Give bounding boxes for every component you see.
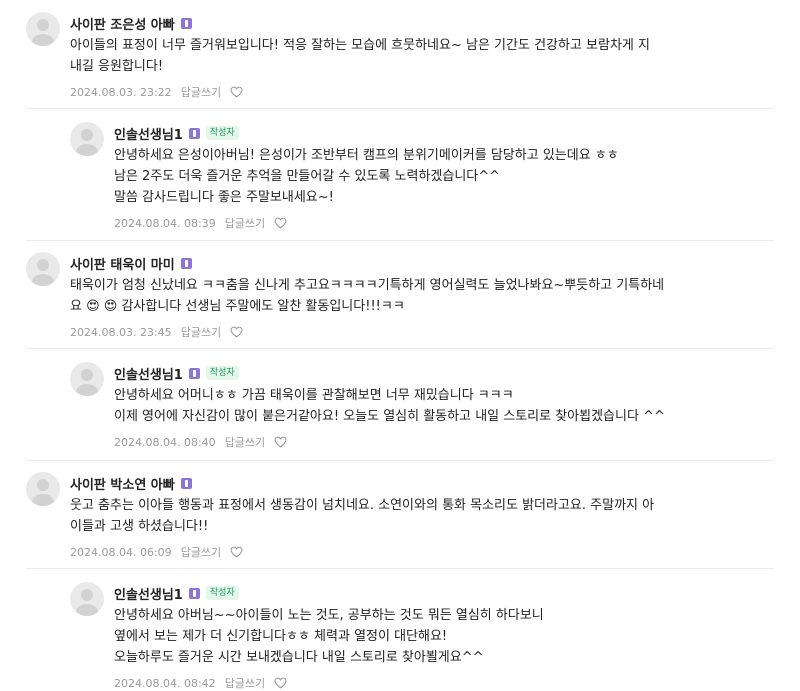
reply-button[interactable]: 답글쓰기 [181,84,221,100]
comment-text: 안녕하세요 은성이아버님! 은성이가 조반부터 캠프의 분위기메이커를 담당하고… [114,148,619,205]
heart-icon[interactable] [230,86,243,98]
divider [26,348,774,349]
level-badge-icon [180,17,192,29]
writer-badge: 작성자 [205,126,239,140]
level-badge-icon [180,477,192,489]
level-badge-icon [188,127,200,139]
default-avatar-icon[interactable] [26,252,60,286]
comment-date: 2024.08.04. 08:39 [114,216,216,230]
level-badge-icon [180,257,192,269]
reply-button[interactable]: 답글쓰기 [225,215,265,231]
divider [26,568,774,569]
heart-icon[interactable] [274,677,287,689]
comment-text: 안녕하세요 아버님~~아이들이 노는 것도, 공부하는 것도 뭐든 열심히 하다… [114,608,544,665]
comment-author[interactable]: 사이판 태욱이 마미 [70,254,175,273]
comment-date: 2024.08.04. 06:09 [70,545,172,559]
comment-date: 2024.08.03. 23:45 [70,325,172,339]
heart-icon[interactable] [274,436,287,448]
default-avatar-icon[interactable] [70,582,104,616]
comment-date: 2024.08.04. 08:40 [114,435,216,449]
heart-icon[interactable] [274,217,287,229]
default-avatar-icon[interactable] [26,472,60,506]
default-avatar-icon[interactable] [70,362,104,396]
comment-text: 웃고 춤추는 이아들 행동과 표정에서 생동감이 넘치네요. 소연이와의 통화 … [70,498,655,534]
comment-text: 아이들의 표정이 너무 즐거워보입니다! 적응 잘하는 모습에 흐뭇하네요~ 남… [70,38,650,74]
level-badge-icon [188,587,200,599]
comment-text: 안녕하세요 어머니ㅎㅎ 가끔 태욱이를 관찰해보면 너무 재밌습니다 ㅋㅋㅋ 이제… [114,388,665,424]
comment-list: 사이판 조은성 아빠 아이들의 표정이 너무 즐거워보입니다! 적응 잘하는 모… [0,0,800,691]
comment-text: 태욱이가 엄청 신났네요 ㅋㅋ춤을 신나게 추고요ㅋㅋㅋㅋ기특하게 영어실력도 … [70,278,665,314]
divider [26,108,774,109]
divider [26,460,774,461]
heart-icon[interactable] [230,546,243,558]
comment-author[interactable]: 사이판 박소연 아빠 [70,474,175,493]
comment-date: 2024.08.03. 23:22 [70,85,172,99]
reply-button[interactable]: 답글쓰기 [181,544,221,560]
default-avatar-icon[interactable] [26,12,60,46]
divider [26,240,774,241]
level-badge-icon [188,367,200,379]
reply-button[interactable]: 답글쓰기 [225,675,265,691]
heart-icon[interactable] [230,326,243,338]
comment-author[interactable]: 인솔선생님1 [114,124,183,143]
comment-author[interactable]: 인솔선생님1 [114,584,183,603]
writer-badge: 작성자 [205,586,239,600]
comment-author[interactable]: 사이판 조은성 아빠 [70,14,175,33]
default-avatar-icon[interactable] [70,122,104,156]
comment-author[interactable]: 인솔선생님1 [114,364,183,383]
writer-badge: 작성자 [205,366,239,380]
reply-button[interactable]: 답글쓰기 [225,434,265,450]
reply-button[interactable]: 답글쓰기 [181,324,221,340]
